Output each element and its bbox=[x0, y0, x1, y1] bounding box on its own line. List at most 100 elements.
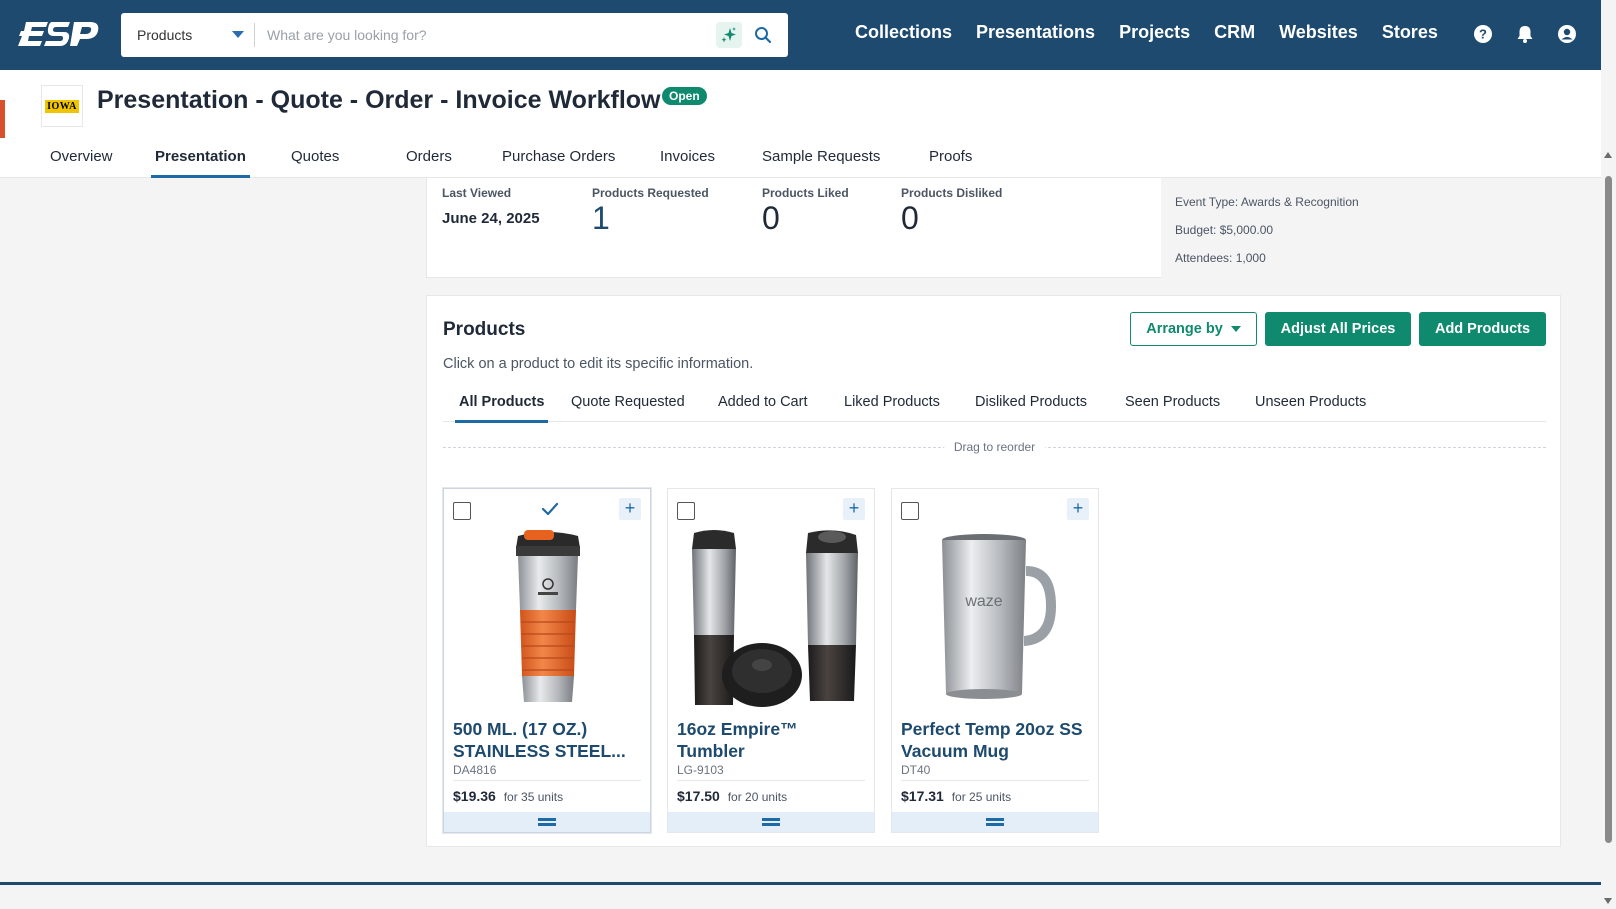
nav-websites[interactable]: Websites bbox=[1279, 22, 1358, 43]
product-price: $17.31 for 25 units bbox=[901, 788, 1011, 804]
product-image: waze bbox=[902, 525, 1090, 707]
drag-handle[interactable] bbox=[668, 812, 874, 832]
tab-proofs[interactable]: Proofs bbox=[929, 148, 972, 178]
adjust-all-prices-button[interactable]: Adjust All Prices bbox=[1265, 312, 1411, 346]
drag-to-reorder-hint: Drag to reorder bbox=[443, 440, 1546, 454]
arrange-by-button[interactable]: Arrange by bbox=[1130, 312, 1257, 346]
main-nav: Collections Presentations Projects CRM W… bbox=[855, 22, 1462, 43]
product-price: $19.36 for 35 units bbox=[453, 788, 563, 804]
product-select-checkbox[interactable] bbox=[901, 502, 919, 520]
divider bbox=[901, 780, 1089, 781]
search-category-label: Products bbox=[137, 27, 193, 43]
product-filter-tabs: All Products Quote Requested Added to Ca… bbox=[443, 388, 1546, 423]
tab-all-products[interactable]: All Products bbox=[454, 394, 549, 423]
product-price: $17.50 for 20 units bbox=[677, 788, 787, 804]
ai-search-button[interactable] bbox=[716, 22, 742, 48]
tab-disliked-products[interactable]: Disliked Products bbox=[975, 394, 1087, 422]
nav-crm[interactable]: CRM bbox=[1214, 22, 1255, 43]
product-image bbox=[678, 525, 866, 707]
nav-icon-group: ? bbox=[1473, 24, 1577, 44]
scroll-down-arrow-icon[interactable] bbox=[1604, 898, 1612, 904]
nav-collections[interactable]: Collections bbox=[855, 22, 952, 43]
stat-label: Products Disliked bbox=[901, 186, 1003, 200]
nav-stores[interactable]: Stores bbox=[1382, 22, 1438, 43]
quote-requested-check-icon bbox=[541, 502, 559, 516]
status-badge: Open bbox=[662, 87, 707, 105]
product-select-checkbox[interactable] bbox=[453, 502, 471, 520]
top-navigation-bar: Products Collections Presentations Proje… bbox=[0, 0, 1601, 70]
drag-handle-icon bbox=[762, 817, 780, 827]
price-quantity: for 35 units bbox=[503, 790, 564, 804]
help-icon[interactable]: ? bbox=[1473, 24, 1493, 44]
product-select-checkbox[interactable] bbox=[677, 502, 695, 520]
tab-purchase-orders[interactable]: Purchase Orders bbox=[502, 148, 615, 178]
page-title: Presentation - Quote - Order - Invoice W… bbox=[97, 86, 661, 114]
tab-sample-requests[interactable]: Sample Requests bbox=[762, 148, 880, 178]
price-amount: $17.31 bbox=[901, 788, 944, 804]
event-details-panel: Event Type: Awards & Recognition Budget:… bbox=[1161, 178, 1561, 278]
product-card[interactable]: + bbox=[443, 488, 651, 833]
product-name[interactable]: 16oz Empire™ Tumbler bbox=[677, 718, 867, 762]
tab-orders[interactable]: Orders bbox=[406, 148, 452, 178]
tab-unseen-products[interactable]: Unseen Products bbox=[1255, 394, 1366, 422]
esp-logo[interactable] bbox=[18, 16, 102, 52]
tab-quotes[interactable]: Quotes bbox=[291, 148, 339, 178]
caret-down-icon bbox=[1230, 326, 1241, 332]
event-attendees: Attendees: 1,000 bbox=[1175, 251, 1266, 265]
user-account-icon[interactable] bbox=[1557, 24, 1577, 44]
stat-value[interactable]: 1 bbox=[592, 200, 709, 236]
chevron-down-icon bbox=[232, 31, 244, 38]
scrollbar-thumb[interactable] bbox=[1605, 176, 1612, 843]
products-subtitle: Click on a product to edit its specific … bbox=[443, 356, 754, 372]
price-quantity: for 25 units bbox=[951, 790, 1012, 804]
stat-value: 0 bbox=[901, 200, 919, 236]
add-icon[interactable]: + bbox=[1067, 498, 1089, 520]
nav-presentations[interactable]: Presentations bbox=[976, 22, 1095, 43]
tab-seen-products[interactable]: Seen Products bbox=[1125, 394, 1220, 422]
stat-value: 0 bbox=[762, 200, 780, 236]
arrange-by-label: Arrange by bbox=[1146, 321, 1223, 337]
bell-icon[interactable] bbox=[1515, 24, 1535, 44]
product-name[interactable]: 500 ML. (17 OZ.) STAINLESS STEEL... bbox=[453, 718, 643, 762]
tab-invoices[interactable]: Invoices bbox=[660, 148, 715, 178]
divider bbox=[677, 780, 865, 781]
product-card[interactable]: + bbox=[667, 488, 875, 833]
drag-handle-icon bbox=[986, 817, 1004, 827]
search-button[interactable] bbox=[750, 22, 776, 48]
reorder-label: Drag to reorder bbox=[943, 440, 1046, 454]
sparkle-icon bbox=[721, 27, 736, 43]
tab-added-to-cart[interactable]: Added to Cart bbox=[718, 394, 807, 422]
stat-last-viewed: Last Viewed June 24, 2025 bbox=[442, 186, 540, 227]
add-products-button[interactable]: Add Products bbox=[1419, 312, 1546, 346]
stat-label: Products Liked bbox=[762, 186, 849, 200]
search-bar: Products bbox=[121, 13, 788, 57]
stat-value: June 24, 2025 bbox=[442, 210, 540, 227]
add-icon[interactable]: + bbox=[843, 498, 865, 520]
footer-strip bbox=[0, 882, 1601, 885]
drag-handle[interactable] bbox=[892, 812, 1098, 832]
customer-logo-text: IOWA bbox=[45, 99, 79, 113]
project-header: IOWA Presentation - Quote - Order - Invo… bbox=[0, 70, 1601, 178]
tab-quote-requested[interactable]: Quote Requested bbox=[571, 394, 685, 422]
products-section: Products Click on a product to edit its … bbox=[426, 295, 1561, 847]
drag-handle[interactable] bbox=[444, 812, 650, 832]
search-category-select[interactable]: Products bbox=[121, 23, 255, 47]
scroll-up-arrow-icon[interactable] bbox=[1604, 152, 1612, 158]
search-input[interactable] bbox=[255, 15, 716, 55]
event-type: Event Type: Awards & Recognition bbox=[1175, 195, 1359, 209]
product-name[interactable]: Perfect Temp 20oz SS Vacuum Mug bbox=[901, 718, 1091, 762]
stat-label: Last Viewed bbox=[442, 186, 512, 200]
tab-presentation[interactable]: Presentation bbox=[151, 148, 250, 178]
nav-projects[interactable]: Projects bbox=[1119, 22, 1190, 43]
accent-bar bbox=[0, 100, 5, 138]
tab-liked-products[interactable]: Liked Products bbox=[844, 394, 940, 422]
tab-overview[interactable]: Overview bbox=[50, 148, 113, 178]
add-icon[interactable]: + bbox=[619, 498, 641, 520]
stat-products-disliked: Products Disliked 0 bbox=[901, 186, 1002, 236]
page-scrollbar[interactable] bbox=[1601, 0, 1616, 909]
product-sku: LG-9103 bbox=[677, 763, 724, 777]
product-sku: DA4816 bbox=[453, 763, 497, 777]
stat-label: Products Requested bbox=[592, 186, 709, 200]
stat-products-liked: Products Liked 0 bbox=[762, 186, 849, 236]
product-card[interactable]: + waze Perfect Temp 20oz SS Vacuum Mug D… bbox=[891, 488, 1099, 833]
